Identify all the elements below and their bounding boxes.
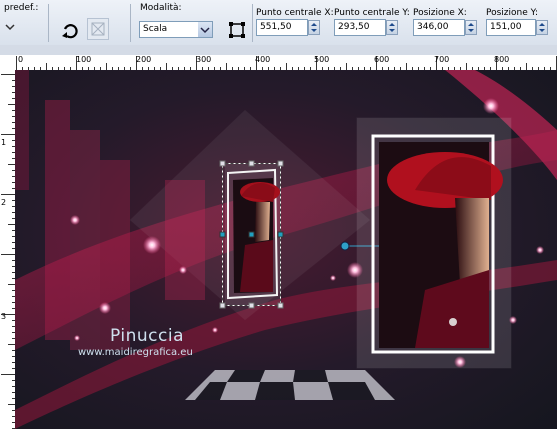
ruler-tick [8,224,15,225]
ruler-v-label: 1 [1,138,7,147]
pos-x-input[interactable]: 346,00 [413,19,465,36]
ruler-h-label: 0 [18,55,24,64]
ruler-h-label: 500 [314,55,330,64]
ruler-tick [1,74,15,75]
ruler-tick [286,63,287,70]
ruler-tick [226,63,227,70]
free-transform-icon [229,22,245,38]
center-x-label: Punto centrale X: [256,8,334,18]
chevron-down-icon [198,22,212,37]
ruler-tick [8,164,15,165]
ruler-v-label: 3 [1,312,7,321]
ruler-tick [166,63,167,70]
watermark-url: www.maidiregrafica.eu [78,347,193,358]
ruler-tick [8,284,15,285]
ruler-tick [406,63,407,70]
ruler-tick [346,63,347,70]
pos-y-label: Posizione Y: [486,8,538,18]
center-y-value: 293,50 [338,22,370,32]
reset-button[interactable] [59,20,81,42]
ruler-tick [8,404,15,405]
ruler-h-label: 600 [374,55,390,64]
center-x-input[interactable]: 551,50 [256,19,308,36]
toolbar-gap [0,45,557,55]
anchor-toggle[interactable] [226,19,248,41]
ruler-tick [8,104,15,105]
ruler-h-label: 200 [136,55,152,64]
ruler-tick [526,63,527,70]
canvas-artwork [15,70,557,429]
ruler-h-label: 700 [434,55,450,64]
preset-dropdown[interactable] [0,18,20,35]
vertical-ruler[interactable]: 1 2 3 [0,70,16,429]
mode-label: Modalità: [140,3,182,13]
horizontal-ruler[interactable]: 0 100 200 300 400 500 600 700 800 [0,55,557,71]
ruler-tick [1,194,15,195]
ruler-h-label: 300 [196,55,212,64]
ruler-tick [1,254,15,255]
watermark-name: Pinuccia [110,326,184,346]
center-y-spinner[interactable] [386,20,398,35]
ruler-tick [16,56,17,70]
tool-options-bar: predef.: Modalità: Scala Punto centrale … [0,0,557,46]
ruler-tick [106,63,107,70]
reset-icon [62,24,78,39]
center-y-input[interactable]: 293,50 [334,19,386,36]
mode-select[interactable]: Scala [139,21,213,38]
transform-icon [91,22,105,36]
pos-y-value: 151,00 [490,22,522,32]
ruler-h-label: 100 [76,55,92,64]
ruler-tick [1,134,15,135]
ruler-h-label: 800 [494,55,510,64]
center-y-label: Punto centrale Y: [334,8,410,18]
ruler-tick [46,63,47,70]
apply-button[interactable] [87,18,109,40]
ruler-h-label: 400 [255,55,271,64]
ruler-tick [466,63,467,70]
ruler-v-label: 2 [1,198,7,207]
ruler-tick [1,374,15,375]
pos-x-value: 346,00 [417,22,449,32]
ruler-tick [8,344,15,345]
mode-value: Scala [143,24,168,34]
pos-x-label: Posizione X: [413,8,467,18]
chevron-down-icon [5,24,15,31]
image-canvas[interactable]: Pinuccia www.maidiregrafica.eu [15,70,557,429]
pos-y-input[interactable]: 151,00 [486,19,536,36]
center-x-spinner[interactable] [308,20,320,35]
preset-label: predef.: [4,3,39,13]
center-x-value: 551,50 [260,22,292,32]
pos-y-spinner[interactable] [536,20,548,35]
pos-x-spinner[interactable] [465,20,477,35]
